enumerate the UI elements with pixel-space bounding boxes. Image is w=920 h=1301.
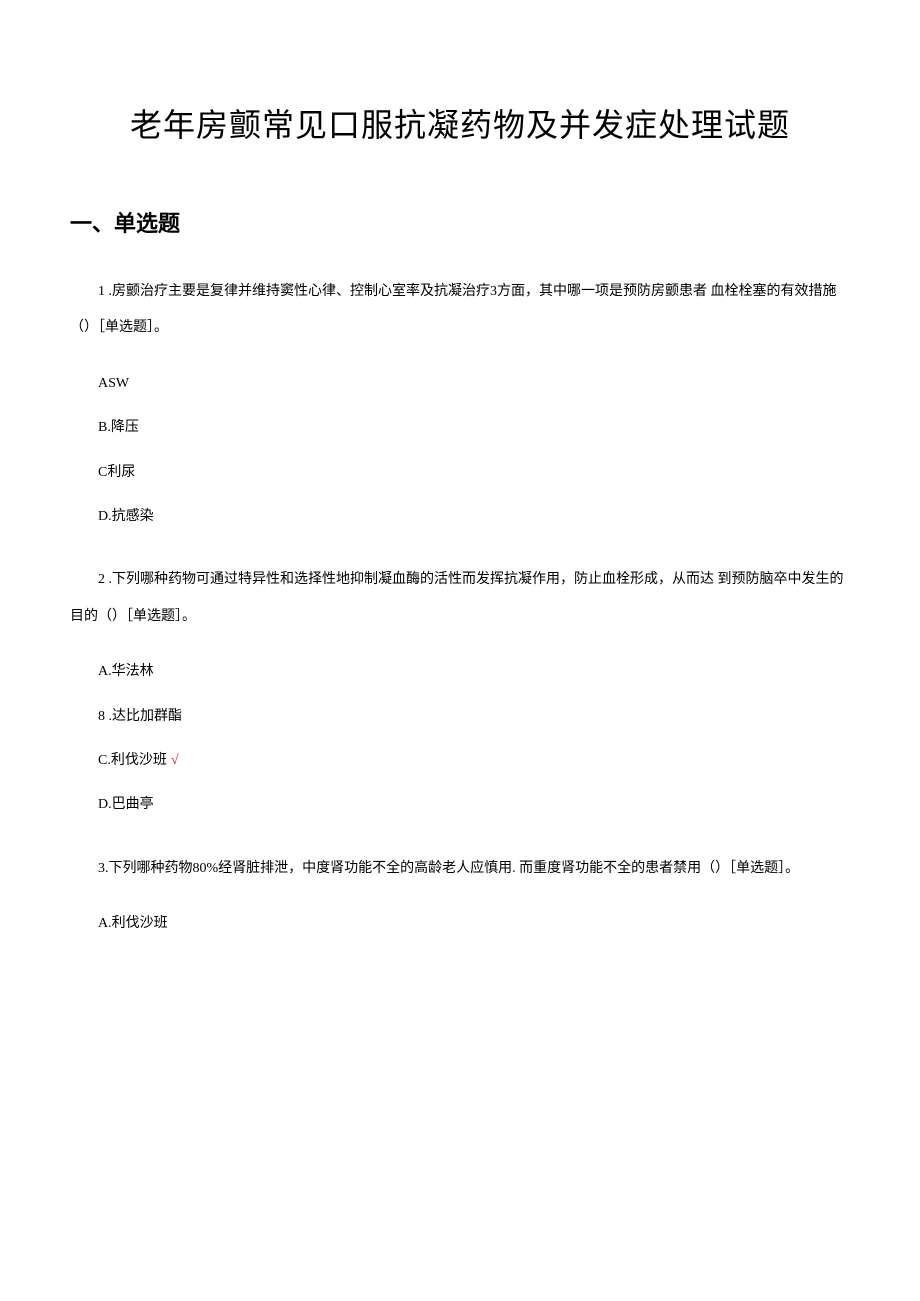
option-text: D.巴曲亭 bbox=[98, 797, 154, 812]
answer-option: C.利伐沙班 √ bbox=[70, 750, 850, 772]
question-stem: 2 .下列哪种药物可通过特异性和选择性地抑制凝血酶的活性而发挥抗凝作用，防止血栓… bbox=[70, 562, 850, 635]
answer-option: ASW bbox=[70, 373, 850, 395]
document-title: 老年房颤常见口服抗凝药物及并发症处理试题 bbox=[70, 100, 850, 146]
option-text: ASW bbox=[98, 376, 129, 391]
option-text: D.抗感染 bbox=[98, 509, 154, 524]
option-text: A.华法林 bbox=[98, 664, 154, 679]
answer-option: 8 .达比加群酯 bbox=[70, 706, 850, 728]
question-stem: 3.下列哪种药物80%经肾脏排泄，中度肾功能不全的高龄老人应慎用. 而重度肾功能… bbox=[70, 851, 850, 887]
option-text: A.利伐沙班 bbox=[98, 916, 168, 931]
question-block: 3.下列哪种药物80%经肾脏排泄，中度肾功能不全的高龄老人应慎用. 而重度肾功能… bbox=[70, 851, 850, 936]
document-page: 老年房颤常见口服抗凝药物及并发症处理试题 一、单选题 1 .房颤治疗主要是复律并… bbox=[0, 0, 920, 1029]
answer-option: C利尿 bbox=[70, 462, 850, 484]
question-block: 2 .下列哪种药物可通过特异性和选择性地抑制凝血酶的活性而发挥抗凝作用，防止血栓… bbox=[70, 562, 850, 816]
option-text: C利尿 bbox=[98, 465, 135, 480]
answer-option: B.降压 bbox=[70, 417, 850, 439]
answer-option: D.抗感染 bbox=[70, 506, 850, 528]
answer-option: D.巴曲亭 bbox=[70, 794, 850, 816]
question-block: 1 .房颤治疗主要是复律并维持窦性心律、控制心室率及抗凝治疗3方面，其中哪一项是… bbox=[70, 274, 850, 528]
section-heading: 一、单选题 bbox=[70, 206, 850, 238]
check-icon: √ bbox=[171, 753, 179, 768]
option-text: 8 .达比加群酯 bbox=[98, 709, 182, 724]
option-text: C.利伐沙班 bbox=[98, 753, 167, 768]
answer-option: A.华法林 bbox=[70, 661, 850, 683]
option-text: B.降压 bbox=[98, 420, 139, 435]
question-stem: 1 .房颤治疗主要是复律并维持窦性心律、控制心室率及抗凝治疗3方面，其中哪一项是… bbox=[70, 274, 850, 347]
answer-option: A.利伐沙班 bbox=[70, 913, 850, 935]
